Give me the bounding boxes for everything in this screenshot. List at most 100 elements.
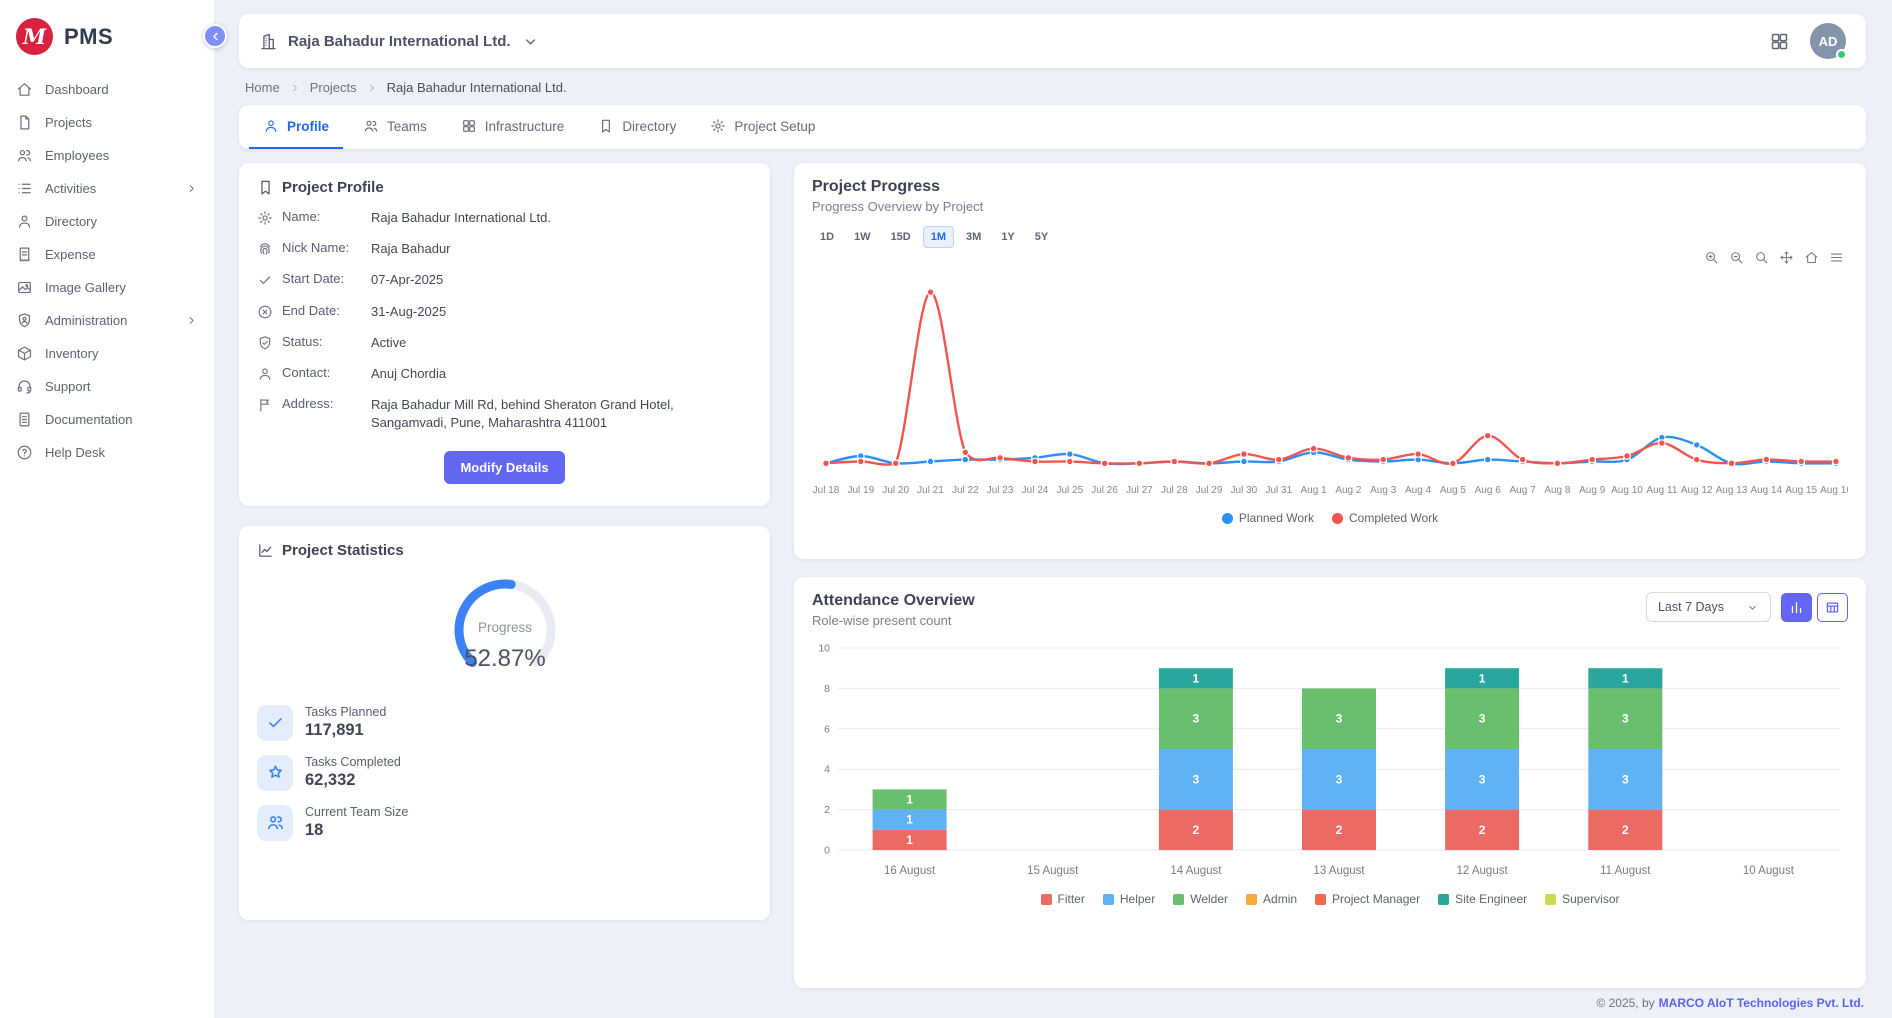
project-statistics-title: Project Statistics — [282, 542, 404, 559]
sidebar-item-dashboard[interactable]: Dashboard — [0, 73, 214, 106]
svg-text:Aug 15: Aug 15 — [1785, 485, 1817, 496]
attendance-title: Attendance Overview — [812, 592, 975, 610]
legend-planned-work[interactable]: Planned Work — [1222, 511, 1314, 525]
toolbar-menu-button[interactable] — [1829, 250, 1844, 265]
date-range-select[interactable]: Last 7 Days — [1646, 592, 1771, 622]
svg-text:3: 3 — [1622, 712, 1629, 726]
range-button-1d[interactable]: 1D — [812, 226, 842, 248]
range-button-3m[interactable]: 3M — [958, 226, 989, 248]
sidebar-item-inventory[interactable]: Inventory — [0, 337, 214, 370]
breadcrumb-home[interactable]: Home — [245, 80, 280, 95]
sidebar-item-help-desk[interactable]: Help Desk — [0, 436, 214, 469]
sidebar-item-label: Directory — [45, 214, 198, 229]
sidebar-item-administration[interactable]: Administration — [0, 304, 214, 337]
attendance-header: Attendance Overview Role-wise present co… — [812, 592, 1848, 628]
tab-label: Project Setup — [734, 119, 815, 134]
legend-welder[interactable]: Welder — [1173, 892, 1228, 906]
project-progress-chart[interactable]: Jul 18Jul 19Jul 20Jul 21Jul 22Jul 23Jul … — [812, 267, 1848, 509]
legend-admin[interactable]: Admin — [1246, 892, 1297, 906]
breadcrumb-projects[interactable]: Projects — [310, 80, 357, 95]
sidebar-collapse-button[interactable] — [203, 24, 227, 48]
apps-menu-button[interactable] — [1769, 31, 1790, 52]
legend-project-manager[interactable]: Project Manager — [1315, 892, 1420, 906]
profile-field-status: Status: Active — [257, 334, 752, 352]
svg-text:1: 1 — [1622, 671, 1629, 685]
svg-text:10 August: 10 August — [1743, 865, 1795, 877]
sidebar: M PMS Dashboard Projects Employees Activ… — [0, 0, 215, 1018]
field-label: Address: — [282, 396, 362, 411]
attendance-chart[interactable]: 024681016 August11115 August14 August233… — [812, 634, 1848, 890]
breadcrumb: HomeProjectsRaja Bahadur International L… — [239, 68, 1866, 105]
tab-project-setup[interactable]: Project Setup — [696, 105, 829, 149]
sidebar-item-documentation[interactable]: Documentation — [0, 403, 214, 436]
flag-icon — [257, 397, 273, 413]
toolbar-pan-button[interactable] — [1779, 250, 1794, 265]
tab-label: Teams — [387, 119, 427, 134]
svg-text:3: 3 — [1622, 772, 1629, 786]
sidebar-item-label: Documentation — [45, 412, 198, 427]
stat-value: 117,891 — [305, 721, 386, 740]
company-selector[interactable]: Raja Bahadur International Ltd. — [259, 32, 540, 51]
legend-helper[interactable]: Helper — [1103, 892, 1155, 906]
sidebar-item-label: Administration — [45, 313, 173, 328]
list-icon — [16, 180, 33, 197]
sidebar-item-label: Employees — [45, 148, 198, 163]
footer-link[interactable]: MARCO AIoT Technologies Pvt. Ltd. — [1659, 996, 1864, 1010]
profile-field-name: Name: Raja Bahadur International Ltd. — [257, 209, 752, 227]
sidebar-item-activities[interactable]: Activities — [0, 172, 214, 205]
modify-details-button[interactable]: Modify Details — [444, 451, 564, 484]
svg-text:Aug 3: Aug 3 — [1370, 485, 1397, 496]
stat-label: Current Team Size — [305, 805, 408, 819]
tab-label: Profile — [287, 119, 329, 134]
legend-supervisor[interactable]: Supervisor — [1545, 892, 1619, 906]
svg-text:Aug 8: Aug 8 — [1544, 485, 1571, 496]
range-button-1w[interactable]: 1W — [846, 226, 879, 248]
svg-text:Aug 4: Aug 4 — [1405, 485, 1432, 496]
sidebar-item-label: Image Gallery — [45, 280, 198, 295]
project-profile-card: Project Profile Name: Raja Bahadur Inter… — [239, 163, 770, 506]
toolbar-zoom-in-button[interactable] — [1704, 250, 1719, 265]
range-button-1y[interactable]: 1Y — [993, 226, 1022, 248]
project-statistics-title-row: Project Statistics — [257, 542, 752, 559]
headset-icon — [16, 378, 33, 395]
toolbar-home-button[interactable] — [1804, 250, 1819, 265]
tab-profile[interactable]: Profile — [249, 105, 343, 149]
toolbar-selection-zoom-button[interactable] — [1754, 250, 1769, 265]
legend-fitter[interactable]: Fitter — [1041, 892, 1085, 906]
svg-text:Aug 13: Aug 13 — [1716, 485, 1748, 496]
sidebar-item-projects[interactable]: Projects — [0, 106, 214, 139]
svg-text:15 August: 15 August — [1027, 865, 1079, 877]
profile-field-nick-name: Nick Name: Raja Bahadur — [257, 240, 752, 258]
sidebar-item-expense[interactable]: Expense — [0, 238, 214, 271]
view-toggle-table-button[interactable] — [1817, 593, 1848, 622]
stat-tasks-completed: Tasks Completed 62,332 — [257, 755, 752, 791]
home-icon — [16, 81, 33, 98]
field-label: Name: — [282, 209, 362, 224]
tab-teams[interactable]: Teams — [349, 105, 441, 149]
tab-directory[interactable]: Directory — [584, 105, 690, 149]
stat-value: 62,332 — [305, 771, 401, 790]
user-avatar[interactable]: AD — [1810, 23, 1846, 59]
sidebar-item-support[interactable]: Support — [0, 370, 214, 403]
range-button-5y[interactable]: 5Y — [1027, 226, 1056, 248]
company-name: Raja Bahadur International Ltd. — [288, 33, 511, 50]
legend-completed-work[interactable]: Completed Work — [1332, 511, 1438, 525]
sidebar-item-directory[interactable]: Directory — [0, 205, 214, 238]
stat-icon-badge — [257, 755, 293, 791]
range-button-1m[interactable]: 1M — [923, 226, 954, 248]
toolbar-zoom-out-button[interactable] — [1729, 250, 1744, 265]
view-toggle-bar-chart-button[interactable] — [1781, 593, 1812, 622]
stat-label: Tasks Planned — [305, 705, 386, 719]
date-range-value: Last 7 Days — [1658, 600, 1724, 614]
topbar: Raja Bahadur International Ltd. AD — [239, 14, 1866, 68]
tab-label: Directory — [622, 119, 676, 134]
sidebar-item-employees[interactable]: Employees — [0, 139, 214, 172]
sidebar-item-image-gallery[interactable]: Image Gallery — [0, 271, 214, 304]
range-button-15d[interactable]: 15D — [883, 226, 919, 248]
svg-text:Progress: Progress — [477, 620, 531, 635]
menu-icon — [1829, 250, 1844, 265]
chevron-right-icon — [366, 82, 378, 94]
tab-infrastructure[interactable]: Infrastructure — [447, 105, 579, 149]
legend-site-engineer[interactable]: Site Engineer — [1438, 892, 1527, 906]
attendance-controls: Last 7 Days — [1646, 592, 1848, 622]
